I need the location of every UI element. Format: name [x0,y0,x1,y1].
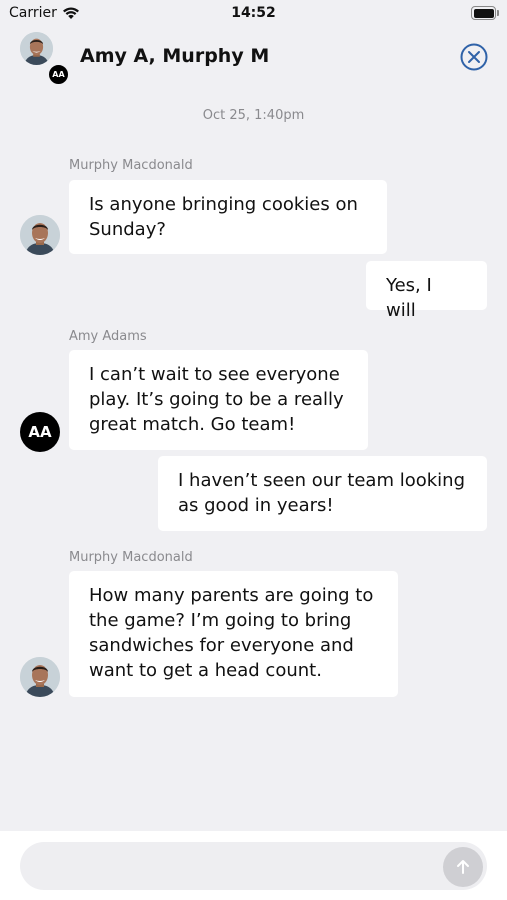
conversation-header: AA Amy A, Murphy M [0,28,507,90]
message-bubble-incoming: Is anyone bringing cookies on Sunday? [69,180,387,254]
close-icon[interactable] [460,43,488,71]
message-input[interactable] [20,842,487,890]
avatar-murphy [20,32,53,65]
group-avatar: AA [20,32,72,86]
avatar-murphy [20,215,60,255]
status-time: 14:52 [231,5,276,21]
message-bubble-incoming: I can’t wait to see everyone play. It’s … [69,350,368,450]
arrow-up-icon [457,860,469,874]
status-bar: Carrier 14:52 [0,0,507,28]
message-bubble-outgoing: Yes, I will [366,261,487,321]
conversation-title: Amy A, Murphy M [80,45,270,67]
avatar-badge-amy: AA [47,63,70,86]
message-composer [0,831,507,900]
message-timestamp: Oct 25, 1:40pm [202,108,305,123]
avatar-murphy [20,657,60,697]
battery-icon [471,6,499,20]
sender-name: Murphy Macdonald [69,550,193,565]
sender-name: Amy Adams [69,329,147,344]
send-button[interactable] [443,847,483,887]
avatar-amy: AA [20,412,60,452]
message-bubble-outgoing: I haven’t seen our team looking as good … [158,456,487,531]
sender-name: Murphy Macdonald [69,158,193,173]
message-bubble-incoming: How many parents are going to the game? … [69,571,398,697]
